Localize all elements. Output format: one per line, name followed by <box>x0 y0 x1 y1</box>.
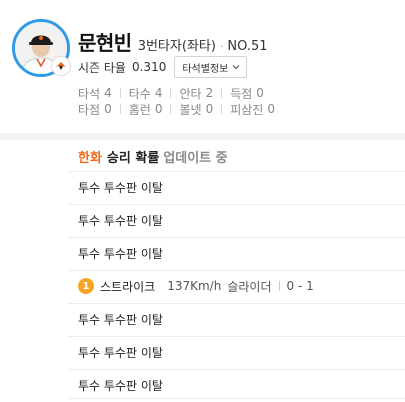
season-average-value: 0.310 <box>131 60 167 74</box>
stat-divider <box>170 104 172 114</box>
stat-plate-appearances: 타석 4 <box>78 86 112 101</box>
win-probability-label: 승리 확률 <box>106 151 160 166</box>
at-bat-info-dropdown[interactable]: 타석별정보 <box>174 56 248 78</box>
pitch-speed: 137Km/h <box>167 279 222 293</box>
season-average-label: 시즌 타율 <box>78 60 126 75</box>
list-item: 투수 투수판 이탈 <box>78 246 163 261</box>
win-probability-status: 업데이트 중 <box>163 151 228 166</box>
list-divider <box>68 303 405 304</box>
team-name: 한화 <box>78 151 102 166</box>
stat-divider <box>119 88 121 98</box>
pitch-item: 1 스트라이크 137Km/h 슬라이더 0 - 1 <box>78 276 314 296</box>
stat-home-runs: 홈런 0 <box>128 102 163 117</box>
stat-divider <box>170 88 172 98</box>
stat-divider <box>119 104 121 114</box>
list-item: 투수 투수판 이탈 <box>78 345 163 360</box>
stat-walks: 볼넷 0 <box>179 102 214 117</box>
list-item: 투수 투수판 이탈 <box>78 180 163 195</box>
stat-strikeouts: 피삼진 0 <box>230 102 275 117</box>
list-divider <box>68 398 405 399</box>
list-divider <box>68 270 405 271</box>
list-divider <box>68 336 405 337</box>
list-divider <box>68 369 405 370</box>
stat-divider <box>221 88 223 98</box>
player-card: 문현빈 3번타자(좌타) · NO.51 시즌 타율 0.310 타석별정보 타… <box>0 0 405 133</box>
stat-divider <box>221 104 223 114</box>
stat-runs: 득점 0 <box>230 86 264 101</box>
win-probability-header: 한화 승리 확률 업데이트 중 <box>78 147 228 166</box>
eagles-logo-icon <box>51 56 71 76</box>
list-item: 투수 투수판 이탈 <box>78 378 163 393</box>
uniform-number: NO.51 <box>227 39 268 54</box>
pitch-type: 슬라이더 <box>227 279 272 294</box>
batting-order: 3번타자(좌타) <box>137 39 216 54</box>
chevron-down-icon <box>232 62 240 73</box>
stat-rbi: 타점 0 <box>78 102 112 117</box>
stats-row: 타점 0 홈런 0 볼넷 0 피삼진 0 <box>78 101 275 117</box>
season-row: 시즌 타율 0.310 타석별정보 <box>78 56 248 78</box>
ball-strike-count: 0 - 1 <box>286 279 314 293</box>
player-name-row: 문현빈 3번타자(좌타) · NO.51 <box>78 27 268 55</box>
list-divider <box>68 171 405 172</box>
dropdown-label: 타석별정보 <box>182 63 229 75</box>
stat-at-bats: 타수 4 <box>128 86 163 101</box>
stat-hits: 안타 2 <box>179 86 214 101</box>
separator-dot: · <box>219 40 224 53</box>
pitch-result: 스트라이크 <box>100 279 156 294</box>
pitch-number-badge: 1 <box>78 278 94 294</box>
list-item: 투수 투수판 이탈 <box>78 312 163 327</box>
play-by-play-panel <box>0 140 405 402</box>
player-name: 문현빈 <box>78 31 132 55</box>
list-divider <box>68 237 405 238</box>
list-item: 투수 투수판 이탈 <box>78 213 163 228</box>
pitch-divider <box>278 281 280 291</box>
stats-row: 타석 4 타수 4 안타 2 득점 0 <box>78 85 275 101</box>
list-divider <box>68 204 405 205</box>
stats-grid: 타석 4 타수 4 안타 2 득점 0 타점 0 홈런 0 볼넷 0 피삼진 0 <box>78 85 275 117</box>
